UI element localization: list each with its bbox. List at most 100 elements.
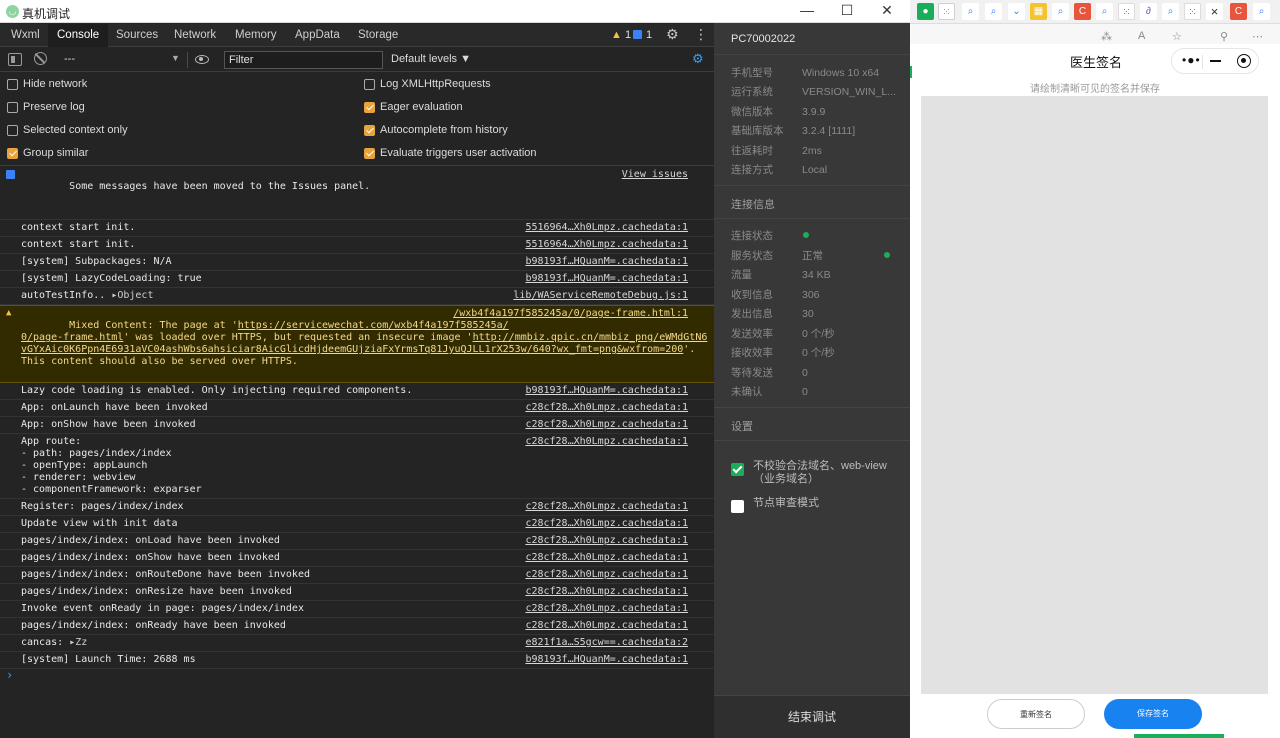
- source-link[interactable]: c28cf28…Xh0Lmpz.cachedata:1: [525, 436, 688, 448]
- bookmark-tab-icon[interactable]: ⌄: [1008, 3, 1025, 20]
- expandable-object[interactable]: ▸Object: [111, 290, 153, 301]
- source-link[interactable]: 5516964…Xh0Lmpz.cachedata:1: [525, 222, 688, 234]
- insecure-image-link[interactable]: http://mmbiz.qpic.cn/mmbiz_png/eWMdGtN6: [473, 332, 708, 343]
- save-signature-button[interactable]: 保存签名: [1104, 699, 1202, 729]
- tab-memory[interactable]: Memory: [226, 24, 286, 47]
- skip-domain-check-checkbox[interactable]: [731, 463, 744, 476]
- source-link[interactable]: e821f1a…S5gcw==.cachedata:2: [525, 637, 688, 649]
- option-group-similar[interactable]: Group similar: [7, 144, 88, 162]
- checkbox[interactable]: [7, 102, 18, 113]
- warning-url-link[interactable]: https://servicewechat.com/wxb4f4a197f585…: [238, 320, 509, 331]
- log-levels-dropdown[interactable]: Default levels ▼: [391, 53, 471, 65]
- checkbox[interactable]: [364, 79, 375, 90]
- live-expression-eye-icon[interactable]: [195, 55, 209, 64]
- search-tab-icon[interactable]: ⌕: [962, 3, 979, 20]
- checkbox[interactable]: [7, 79, 18, 90]
- reset-signature-button[interactable]: 重新签名: [987, 699, 1085, 729]
- source-link[interactable]: c28cf28…Xh0Lmpz.cachedata:1: [525, 402, 688, 414]
- search-tab-icon[interactable]: ⌕: [1162, 3, 1179, 20]
- wechat-devtools-icon: ◡: [6, 5, 19, 18]
- tab-network[interactable]: Network: [165, 24, 225, 47]
- source-link[interactable]: /wxb4f4a197f585245a/0/page-frame.html:1: [453, 308, 688, 320]
- source-link[interactable]: b98193f…HQuanM=.cachedata:1: [525, 256, 688, 268]
- tab-storage[interactable]: Storage: [349, 24, 407, 47]
- tab-appdata[interactable]: AppData: [286, 24, 349, 47]
- search-tab-icon[interactable]: ⌕: [1052, 3, 1069, 20]
- settings-gear-icon[interactable]: ⚙: [666, 26, 679, 43]
- expandable-object[interactable]: ▸Zz: [69, 637, 87, 648]
- minimize-capsule-icon[interactable]: [1210, 60, 1221, 62]
- console-settings-icon[interactable]: ⚙: [692, 51, 704, 67]
- option-evaluate-triggers[interactable]: Evaluate triggers user activation: [364, 144, 537, 162]
- insecure-image-link[interactable]: vGYxAic0K6Ppn4E6931aVC04ashWbs6ahsiciar8…: [21, 344, 683, 355]
- search-tab-icon[interactable]: ⌕: [985, 3, 1002, 20]
- search-tab-icon[interactable]: ⌕: [1253, 3, 1270, 20]
- context-dropdown-icon[interactable]: ▼: [171, 53, 180, 63]
- warning-url-link[interactable]: 0/page-frame.html: [21, 332, 123, 343]
- view-issues-link[interactable]: View issues: [622, 169, 688, 181]
- source-link[interactable]: c28cf28…Xh0Lmpz.cachedata:1: [525, 535, 688, 547]
- grid-app-tab-icon[interactable]: ⁙: [1118, 3, 1135, 20]
- console-toolbar: --- ▼ Default levels ▼ ⚙: [0, 48, 714, 72]
- minimize-button[interactable]: —: [788, 0, 826, 22]
- source-link[interactable]: c28cf28…Xh0Lmpz.cachedata:1: [525, 552, 688, 564]
- close-button[interactable]: ✕: [868, 0, 906, 22]
- console-log-row: cancas: ▸Zz e821f1a…S5gcw==.cachedata:2: [0, 635, 714, 652]
- console-output: Some messages have been moved to the Iss…: [0, 167, 714, 738]
- log-text: Update view with init data: [21, 518, 178, 529]
- message-icon[interactable]: [633, 30, 642, 39]
- close-tab-icon[interactable]: ×: [1206, 3, 1223, 20]
- more-menu-icon[interactable]: •●•: [1182, 53, 1201, 67]
- log-text: context start init.: [21, 222, 136, 233]
- option-hide-network[interactable]: Hide network: [7, 75, 87, 93]
- checkbox-checked[interactable]: [364, 125, 375, 136]
- console-prompt-icon[interactable]: ›: [6, 669, 13, 681]
- maximize-button[interactable]: ☐: [828, 0, 866, 22]
- context-selector[interactable]: ---: [64, 53, 75, 65]
- tab-wxml[interactable]: Wxml: [2, 24, 49, 47]
- clear-console-icon[interactable]: [34, 52, 47, 65]
- source-link[interactable]: c28cf28…Xh0Lmpz.cachedata:1: [525, 603, 688, 615]
- close-capsule-icon[interactable]: [1237, 54, 1251, 68]
- grid-app-tab-icon[interactable]: ⁙: [1184, 3, 1201, 20]
- more-options-icon[interactable]: ⋮: [694, 26, 708, 43]
- option-preserve-log[interactable]: Preserve log: [7, 98, 85, 116]
- source-link[interactable]: c28cf28…Xh0Lmpz.cachedata:1: [525, 518, 688, 530]
- console-prompt-row[interactable]: ›: [0, 669, 714, 685]
- source-link[interactable]: c28cf28…Xh0Lmpz.cachedata:1: [525, 501, 688, 513]
- end-debug-button[interactable]: 结束调试: [714, 695, 910, 738]
- option-selected-context-only[interactable]: Selected context only: [7, 121, 128, 139]
- option-autocomplete-history[interactable]: Autocomplete from history: [364, 121, 508, 139]
- filter-input[interactable]: [224, 51, 383, 69]
- wechat-tab-icon[interactable]: ●: [917, 3, 934, 20]
- sidebar-toggle-icon[interactable]: [8, 53, 22, 66]
- option-eager-evaluation[interactable]: Eager evaluation: [364, 98, 463, 116]
- console-log-row: pages/index/index: onShow have been invo…: [0, 550, 714, 567]
- search-tab-icon[interactable]: ⌕: [1096, 3, 1113, 20]
- colorful-app-tab-icon[interactable]: ▦: [1030, 3, 1047, 20]
- node-inspect-checkbox[interactable]: [731, 500, 744, 513]
- tab-sources[interactable]: Sources: [107, 24, 167, 47]
- source-link[interactable]: lib/WAServiceRemoteDebug.js:1: [513, 290, 688, 302]
- link-tab-icon[interactable]: ∂: [1140, 3, 1157, 20]
- source-link[interactable]: c28cf28…Xh0Lmpz.cachedata:1: [525, 620, 688, 632]
- source-link[interactable]: c28cf28…Xh0Lmpz.cachedata:1: [525, 419, 688, 431]
- grid-app-tab-icon[interactable]: ⁙: [938, 3, 955, 20]
- checkbox-checked[interactable]: [364, 148, 375, 159]
- warning-icon[interactable]: ▲: [611, 29, 622, 41]
- source-link[interactable]: c28cf28…Xh0Lmpz.cachedata:1: [525, 569, 688, 581]
- source-link[interactable]: 5516964…Xh0Lmpz.cachedata:1: [525, 239, 688, 251]
- checkbox-checked[interactable]: [7, 148, 18, 159]
- option-log-xmlhttprequests[interactable]: Log XMLHttpRequests: [364, 75, 491, 93]
- c-app-tab-icon[interactable]: C: [1230, 3, 1247, 20]
- conn-row: 连接状态: [731, 229, 773, 243]
- signature-canvas[interactable]: [921, 96, 1268, 694]
- source-link[interactable]: b98193f…HQuanM=.cachedata:1: [525, 654, 688, 666]
- c-app-tab-icon[interactable]: C: [1074, 3, 1091, 20]
- tab-console[interactable]: Console: [48, 24, 109, 47]
- checkbox-checked[interactable]: [364, 102, 375, 113]
- checkbox[interactable]: [7, 125, 18, 136]
- source-link[interactable]: b98193f…HQuanM=.cachedata:1: [525, 273, 688, 285]
- source-link[interactable]: c28cf28…Xh0Lmpz.cachedata:1: [525, 586, 688, 598]
- source-link[interactable]: b98193f…HQuanM=.cachedata:1: [525, 385, 688, 397]
